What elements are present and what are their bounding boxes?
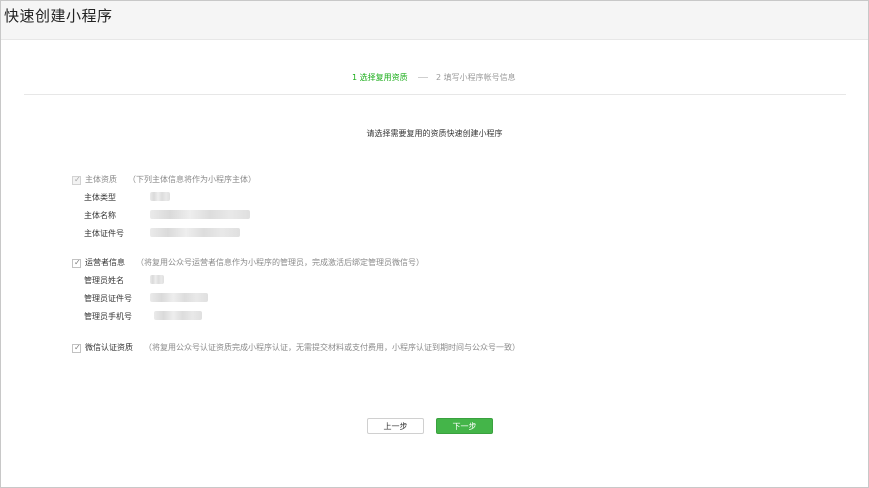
redacted-value xyxy=(150,275,164,284)
checkmark-icon: ✓ xyxy=(74,343,81,352)
wechat-cert-checkbox[interactable]: ✓ xyxy=(72,343,81,353)
wechat-cert-note: （将复用公众号认证资质完成小程序认证，无需提交材料或支付费用，小程序认证到期时间… xyxy=(144,343,520,352)
subject-type-label: 主体类型 xyxy=(84,193,116,202)
instruction-text: 请选择需要复用的资质快速创建小程序 xyxy=(366,129,503,138)
subject-name-label: 主体名称 xyxy=(84,211,116,220)
subject-id-row: 主体证件号 xyxy=(72,228,772,246)
divider xyxy=(24,94,846,95)
section-operator-info: ✓ 运营者信息 （将复用公众号运营者信息作为小程序的管理员，完成激活后绑定管理员… xyxy=(72,257,772,329)
operator-note: （将复用公众号运营者信息作为小程序的管理员，完成激活后绑定管理员微信号） xyxy=(136,258,424,267)
admin-id-label: 管理员证件号 xyxy=(84,294,132,303)
checkmark-icon: ✓ xyxy=(74,175,81,184)
next-step-button[interactable]: 下一步 xyxy=(436,418,493,434)
redacted-value xyxy=(150,192,170,201)
step-indicator: 1 选择复用资质 2 填写小程序帐号信息 xyxy=(0,72,869,86)
admin-name-label: 管理员姓名 xyxy=(84,276,124,285)
admin-name-row: 管理员姓名 xyxy=(72,275,772,293)
subject-id-label: 主体证件号 xyxy=(84,229,124,238)
redacted-value xyxy=(150,210,250,219)
wechat-cert-title: 微信认证资质 xyxy=(85,343,133,352)
redacted-value xyxy=(154,311,202,320)
admin-id-row: 管理员证件号 xyxy=(72,293,772,311)
operator-title: 运营者信息 xyxy=(85,258,125,267)
section-subject-qualification: ✓ 主体资质 （下列主体信息将作为小程序主体） 主体类型 主体名称 主体证件号 xyxy=(72,174,772,246)
step-2-fill-account-info: 2 填写小程序帐号信息 xyxy=(436,73,516,82)
subject-type-row: 主体类型 xyxy=(72,192,772,210)
page-header: 快速创建小程序 xyxy=(1,1,868,40)
admin-phone-label: 管理员手机号 xyxy=(84,312,132,321)
page-title: 快速创建小程序 xyxy=(4,7,113,25)
subject-note: （下列主体信息将作为小程序主体） xyxy=(128,175,256,184)
admin-phone-row: 管理员手机号 xyxy=(72,311,772,329)
subject-checkbox[interactable]: ✓ xyxy=(72,175,81,185)
step-1-choose-qualification: 1 选择复用资质 xyxy=(352,73,408,82)
redacted-value xyxy=(150,293,208,302)
operator-checkbox[interactable]: ✓ xyxy=(72,258,81,268)
redacted-value xyxy=(150,228,240,237)
prev-step-button[interactable]: 上一步 xyxy=(367,418,424,434)
subject-name-row: 主体名称 xyxy=(72,210,772,228)
checkmark-icon: ✓ xyxy=(74,258,81,267)
subject-title: 主体资质 xyxy=(85,175,117,184)
step-separator xyxy=(418,77,428,78)
section-wechat-certification: ✓ 微信认证资质 （将复用公众号认证资质完成小程序认证，无需提交材料或支付费用，… xyxy=(72,342,772,356)
